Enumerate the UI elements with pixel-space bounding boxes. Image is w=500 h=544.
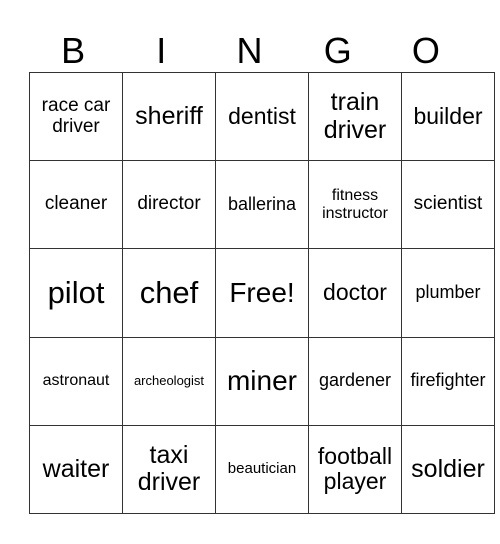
bingo-cell[interactable]: director [122,160,216,250]
bingo-cell[interactable]: gardener [308,336,402,426]
bingo-cell[interactable]: plumber [401,248,495,338]
bingo-row: astronaut archeologist miner gardener fi… [29,336,495,426]
bingo-cell[interactable]: firefighter [401,336,495,426]
bingo-cell[interactable]: archeologist [122,336,216,426]
bingo-cell[interactable]: scientist [401,160,495,250]
bingo-cell[interactable]: cleaner [29,160,123,250]
bingo-cell[interactable]: dentist [215,71,309,162]
bingo-row: waiter taxi driver beautician football p… [29,424,495,515]
header-letter-n: N [236,30,263,71]
bingo-row: pilot chef Free! doctor plumber [29,248,495,338]
bingo-cell[interactable]: builder [401,71,495,162]
bingo-row: cleaner director ballerina fitness instr… [29,160,495,250]
bingo-card: race car driver sheriff dentist train dr… [29,71,495,515]
header-letter-b: B [61,30,86,71]
header-letter-o: O [411,30,440,71]
bingo-cell[interactable]: taxi driver [122,424,216,515]
bingo-header: B I N G O [29,30,470,72]
bingo-cell[interactable]: train driver [308,71,402,162]
bingo-cell[interactable]: waiter [29,424,123,515]
bingo-cell[interactable]: chef [122,248,216,338]
bingo-cell[interactable]: sheriff [122,71,216,162]
header-letter-g: G [323,30,352,71]
bingo-cell[interactable]: miner [215,336,309,426]
bingo-cell[interactable]: ballerina [215,160,309,250]
free-space-cell[interactable]: Free! [215,248,309,338]
bingo-cell[interactable]: soldier [401,424,495,515]
bingo-cell[interactable]: astronaut [29,336,123,426]
bingo-cell[interactable]: beautician [215,424,309,515]
header-letter-i: I [156,30,167,71]
bingo-row: race car driver sheriff dentist train dr… [29,71,495,162]
bingo-cell[interactable]: doctor [308,248,402,338]
bingo-cell[interactable]: race car driver [29,71,123,162]
bingo-cell[interactable]: football player [308,424,402,515]
bingo-cell[interactable]: fitness instructor [308,160,402,250]
bingo-cell[interactable]: pilot [29,248,123,338]
